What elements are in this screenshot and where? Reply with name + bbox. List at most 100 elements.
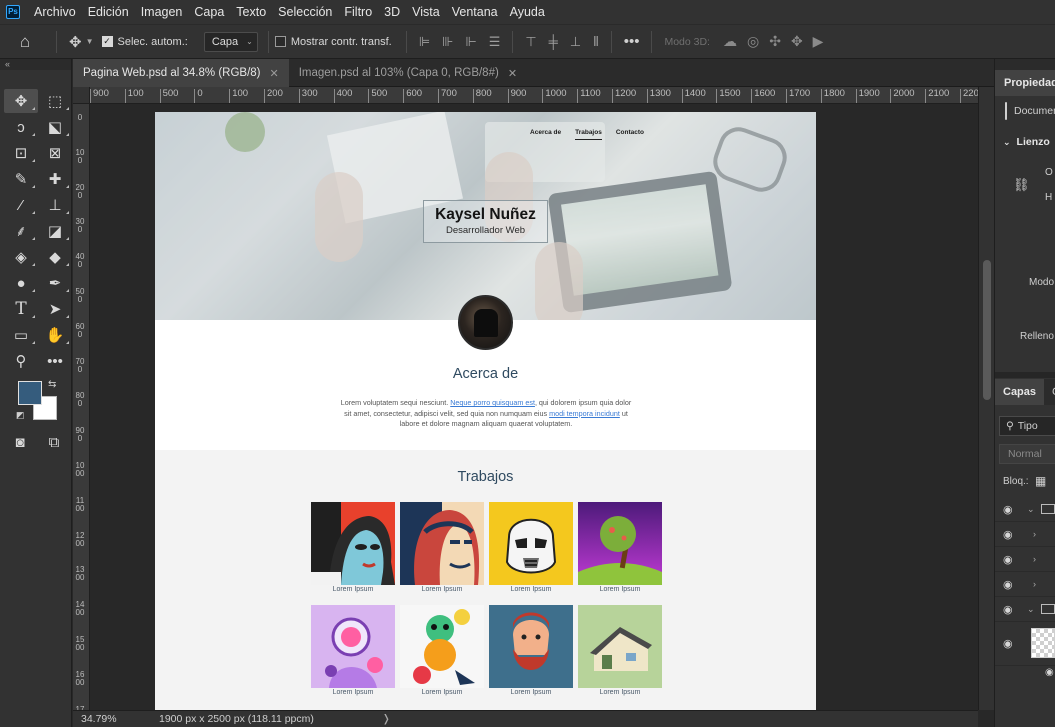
nav-item-trabajos[interactable]: Trabajos [575, 129, 602, 140]
home-icon[interactable]: ⌂ [0, 32, 50, 52]
chevron-down-icon[interactable]: ⌄ [1027, 504, 1035, 515]
menu-capa[interactable]: Capa [188, 0, 230, 24]
drag-3d-icon[interactable]: ✣ [769, 33, 781, 50]
vertical-scrollbar[interactable] [978, 87, 994, 710]
eyedropper-tool-icon[interactable]: ✎ [4, 167, 38, 191]
align-right-edges-icon[interactable]: ⊩ [465, 34, 476, 50]
auto-select-checkbox[interactable]: ✓ [101, 36, 113, 47]
work-thumb-woman[interactable] [311, 502, 395, 585]
align-bottom-edges-icon[interactable]: ⊥ [570, 34, 581, 50]
eraser-tool-icon[interactable]: ◪ [38, 219, 72, 243]
auto-select-target-dropdown[interactable]: Capa ⌄ [203, 31, 258, 52]
menu-filtro[interactable]: Filtro [338, 0, 378, 24]
slide-3d-icon[interactable]: ✥ [791, 33, 803, 50]
about-link[interactable]: Neque porro quisquam est [450, 398, 535, 407]
align-left-edges-icon[interactable]: ⊫ [419, 34, 430, 50]
paint-bucket-tool-icon[interactable]: ◈ [4, 245, 38, 269]
horizontal-ruler[interactable]: 900 100 500 0 100 200 300 400 500 600 700 800 900 100… [73, 87, 978, 104]
more-tools-icon[interactable]: ••• [38, 349, 72, 373]
rectangle-tool-icon[interactable]: ▭ [4, 323, 38, 347]
lasso-tool-icon[interactable]: ↄ [4, 115, 38, 139]
visibility-eye-icon[interactable]: ◉ [1003, 528, 1017, 541]
menu-vista[interactable]: Vista [406, 0, 446, 24]
work-thumb-astronaut[interactable] [311, 605, 395, 688]
tab-imagen[interactable]: Imagen.psd al 103% (Capa 0, RGB/8#) ✕ [289, 59, 527, 87]
visibility-eye-icon[interactable]: ◉ [1045, 667, 1054, 678]
menu-archivo[interactable]: Archivo [28, 0, 82, 24]
close-icon[interactable]: ✕ [270, 67, 279, 80]
layer-row[interactable]: ◉ › [995, 547, 1055, 572]
crop-tool-icon[interactable]: ⊡ [4, 141, 38, 165]
zoom-tool-icon[interactable]: ⚲ [4, 349, 38, 373]
visibility-eye-icon[interactable]: ◉ [1003, 553, 1017, 566]
close-icon[interactable]: ✕ [508, 67, 517, 80]
visibility-eye-icon[interactable]: ◉ [1003, 637, 1017, 650]
chevron-right-icon[interactable]: › [1033, 554, 1036, 564]
hand-tool-icon[interactable]: ✋ [38, 323, 72, 347]
work-thumb-bearded-man[interactable] [489, 605, 573, 688]
menu-texto[interactable]: Texto [230, 0, 272, 24]
layer-row[interactable]: ◉ › [995, 522, 1055, 547]
layer-row[interactable]: ◉ › [995, 572, 1055, 597]
tab-pagina-web[interactable]: Pagina Web.psd al 34.8% (RGB/8) ✕ [73, 59, 289, 87]
frame-tool-icon[interactable]: ⊠ [38, 141, 72, 165]
roll-3d-icon[interactable]: ◎ [747, 33, 759, 50]
layer-filter-search[interactable]: ⚲ Tipo [999, 416, 1055, 436]
properties-panel-title[interactable]: Propiedades [995, 70, 1055, 96]
quick-mask-icon[interactable]: ◙ [6, 430, 34, 454]
move-tool-icon[interactable]: ✥ [4, 89, 38, 113]
brush-tool-icon[interactable]: ⁄ [4, 193, 38, 217]
layer-row[interactable]: ◉ [995, 622, 1055, 666]
link-icon[interactable]: ⛓ [1013, 177, 1030, 193]
chevron-right-icon[interactable]: ❭ [382, 713, 391, 725]
work-thumb-stormtrooper[interactable] [489, 502, 573, 585]
orbit-3d-icon[interactable]: ☁ [723, 33, 737, 50]
menu-ayuda[interactable]: Ayuda [504, 0, 551, 24]
foreground-color-swatch[interactable] [18, 381, 42, 405]
healing-brush-tool-icon[interactable]: ✚ [38, 167, 72, 191]
swap-colors-icon[interactable]: ⇆ [48, 379, 56, 390]
distribute-horizontal-icon[interactable]: ⫴ [593, 34, 598, 50]
distribute-vertical-icon[interactable]: ☰ [489, 34, 501, 50]
default-colors-icon[interactable]: ◩ [16, 410, 25, 421]
chevron-down-icon[interactable]: ▼ [86, 37, 94, 46]
align-top-edges-icon[interactable]: ⊤ [525, 34, 536, 50]
canvas-area[interactable]: Acerca de Trabajos Contacto Kaysel Nuñez… [91, 104, 978, 710]
rectangular-marquee-tool-icon[interactable]: ⬚ [38, 89, 72, 113]
visibility-eye-icon[interactable]: ◉ [1003, 603, 1017, 616]
canvas-section-header[interactable]: ⌄ Lienzo [995, 132, 1055, 152]
zoom-level[interactable]: 34.79% [73, 713, 131, 725]
screen-mode-icon[interactable]: ⧉ [40, 430, 68, 454]
vertical-scroll-thumb[interactable] [983, 260, 991, 400]
blend-mode-dropdown[interactable]: Normal [999, 444, 1055, 464]
pen-tool-icon[interactable]: ✒ [38, 271, 72, 295]
type-tool-icon[interactable]: T [4, 297, 38, 321]
menu-ventana[interactable]: Ventana [446, 0, 504, 24]
work-thumb-cartoons[interactable] [400, 605, 484, 688]
collapse-panel-icon[interactable]: « [0, 59, 71, 70]
document-canvas[interactable]: Acerca de Trabajos Contacto Kaysel Nuñez… [155, 112, 816, 710]
menu-imagen[interactable]: Imagen [135, 0, 189, 24]
object-selection-tool-icon[interactable]: ⬕ [38, 115, 72, 139]
show-transform-checkbox[interactable] [274, 36, 286, 47]
blur-tool-icon[interactable]: ◆ [38, 245, 72, 269]
lock-transparent-pixels-icon[interactable]: ▦ [1035, 474, 1046, 488]
work-thumb-tree[interactable] [578, 502, 662, 585]
more-options-icon[interactable]: ••• [624, 33, 640, 50]
align-horizontal-centers-icon[interactable]: ⊪ [442, 34, 453, 50]
ruler-origin[interactable] [73, 87, 90, 104]
scale-3d-icon[interactable]: ▶ [813, 33, 824, 50]
path-selection-tool-icon[interactable]: ➤ [38, 297, 72, 321]
nav-item-acerca[interactable]: Acerca de [530, 129, 561, 140]
chevron-down-icon[interactable]: ⌄ [1027, 604, 1035, 615]
align-vertical-centers-icon[interactable]: ╪ [549, 34, 558, 49]
photoshop-logo-icon[interactable]: Ps [6, 5, 20, 19]
work-thumb-house[interactable] [578, 605, 662, 688]
clone-stamp-tool-icon[interactable]: ⊥ [38, 193, 72, 217]
visibility-eye-icon[interactable]: ◉ [1003, 503, 1017, 516]
move-tool-icon[interactable]: ✥ [69, 33, 82, 51]
menu-seleccion[interactable]: Selección [272, 0, 338, 24]
dodge-tool-icon[interactable]: ● [4, 271, 38, 295]
tab-layers[interactable]: Capas [995, 379, 1045, 405]
visibility-eye-icon[interactable]: ◉ [1003, 578, 1017, 591]
